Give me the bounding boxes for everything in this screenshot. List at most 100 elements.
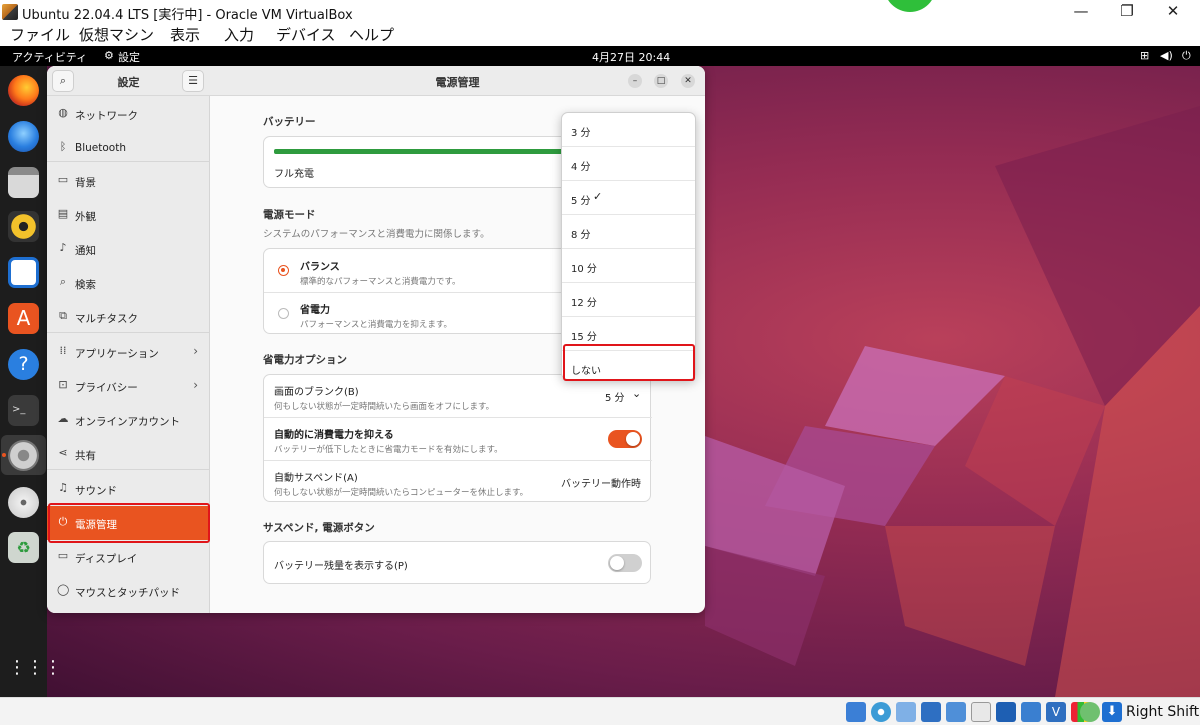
sidebar-item-bluetooth[interactable]: ᛒ Bluetooth: [47, 131, 210, 165]
dropdown-option-8min[interactable]: 8 分: [562, 215, 695, 249]
sidebar-item-label: マウスとタッチパッド: [75, 587, 180, 599]
chevron-down-icon: ⌄: [632, 387, 642, 400]
auto-power-saver-row[interactable]: 自動的に消費電力を抑える バッテリーが低下したときに省電力モードを有効にします。: [264, 418, 652, 460]
auto-suspend-value[interactable]: バッテリー動作時: [561, 475, 641, 490]
menu-icon[interactable]: ☰: [182, 70, 204, 92]
settings-sidebar: ⌕ 設定 ☰ ◍ ネットワーク ᛒ Bluetooth ▭ 背景 ▤ 外観 ♪ …: [47, 66, 210, 613]
display-icon: ▭: [57, 549, 69, 562]
sidebar-item-network[interactable]: ◍ ネットワーク: [47, 97, 210, 131]
video-capture-icon[interactable]: [1021, 702, 1041, 722]
dropdown-option-12min[interactable]: 12 分: [562, 283, 695, 317]
row-desc: バッテリーが低下したときに省電力モードを有効にします。: [274, 445, 503, 455]
dropdown-option-5min[interactable]: 5 分 ✓: [562, 181, 695, 215]
restore-button[interactable]: ❐: [1104, 0, 1150, 24]
blank-screen-row[interactable]: 画面のブランク(B) 何もしない状態が一定時間続いたら画面をオフにします。 5 …: [264, 375, 652, 417]
maximize-icon[interactable]: □: [654, 74, 668, 88]
host-title-bar: Ubuntu 22.04.4 LTS [実行中] - Oracle VM Vir…: [0, 0, 1200, 24]
vt-x-icon[interactable]: V: [1046, 702, 1066, 722]
keyboard-capture-icon[interactable]: ⬇: [1102, 702, 1122, 722]
audio-icon[interactable]: [896, 702, 916, 722]
settings-icon[interactable]: [8, 440, 39, 471]
display-icon[interactable]: [996, 702, 1016, 722]
blank-screen-value[interactable]: 5 分: [605, 389, 625, 404]
minimize-button[interactable]: —: [1058, 0, 1104, 24]
sidebar-item-label: ディスプレイ: [75, 553, 138, 565]
dropdown-option-4min[interactable]: 4 分: [562, 147, 695, 181]
menu-file[interactable]: ファイル: [10, 24, 70, 46]
main-header: 電源管理 – □ ✕: [210, 66, 705, 96]
network-adapter-icon[interactable]: [921, 702, 941, 722]
writer-icon[interactable]: [8, 257, 39, 288]
sidebar-item-online-accounts[interactable]: ☁ オンラインアカウント: [47, 403, 210, 437]
firefox-icon[interactable]: [8, 75, 39, 106]
shared-folder-icon[interactable]: [971, 702, 991, 722]
suspend-card: バッテリー残量を表示する(P): [263, 541, 651, 584]
sidebar-divider: [47, 469, 210, 470]
terminal-icon[interactable]: >_: [8, 395, 39, 426]
blank-screen-dropdown: 3 分 4 分 5 分 ✓ 8 分 10 分 12 分 15 分 しない: [561, 112, 696, 380]
volume-icon[interactable]: ◀): [1160, 49, 1173, 62]
battery-level-fill: [274, 149, 564, 154]
app-menu-label[interactable]: 設定: [118, 49, 140, 65]
host-menu-bar: ファイル 仮想マシン 表示 入力 デバイス ヘルプ: [0, 24, 1200, 46]
menu-input[interactable]: 入力: [224, 24, 254, 46]
sidebar-item-privacy[interactable]: ⊡ プライバシー ›: [47, 369, 210, 403]
trash-icon[interactable]: ♻: [8, 532, 39, 563]
minimize-icon[interactable]: –: [628, 74, 642, 88]
sidebar-item-label: プライバシー: [75, 382, 138, 394]
row-title: 自動的に消費電力を抑える: [274, 430, 394, 441]
sidebar-item-sharing[interactable]: ⋖ 共有: [47, 437, 210, 471]
mouse-integration-icon[interactable]: [1080, 702, 1100, 722]
menu-help[interactable]: ヘルプ: [349, 24, 394, 46]
files-icon[interactable]: [8, 167, 39, 198]
radio-balanced[interactable]: [278, 265, 289, 276]
battery-status: フル充電: [274, 169, 314, 180]
app-center-icon[interactable]: A: [8, 303, 39, 334]
optical-drive-icon[interactable]: [871, 702, 891, 722]
sidebar-item-multitasking[interactable]: ⧉ マルチタスク: [47, 300, 210, 334]
thunderbird-icon[interactable]: [8, 121, 39, 152]
activities-button[interactable]: アクティビティ: [12, 49, 87, 65]
power-mode-title: 電源モード: [263, 209, 316, 221]
auto-power-saver-toggle[interactable]: [608, 430, 642, 448]
globe-icon: ◍: [58, 106, 68, 119]
disc-icon[interactable]: [8, 487, 39, 518]
sidebar-item-search[interactable]: ⌕ 検索: [47, 266, 210, 300]
dropdown-option-10min[interactable]: 10 分: [562, 249, 695, 283]
usb-icon[interactable]: [946, 702, 966, 722]
hard-disk-icon[interactable]: [846, 702, 866, 722]
help-icon[interactable]: ?: [8, 349, 39, 380]
option-title: 省電力: [300, 305, 330, 316]
option-title: バランス: [300, 262, 340, 273]
sidebar-item-display[interactable]: ▭ ディスプレイ: [47, 540, 210, 574]
sidebar-item-appearance[interactable]: ▤ 外観: [47, 198, 210, 232]
rhythmbox-icon[interactable]: [8, 211, 39, 242]
network-icon[interactable]: ⊞: [1140, 49, 1149, 62]
status-indicator-icon: [884, 0, 936, 12]
menu-machine[interactable]: 仮想マシン: [79, 24, 154, 46]
menu-devices[interactable]: デバイス: [276, 24, 336, 46]
clock[interactable]: 4月27日 20:44: [592, 49, 670, 65]
sidebar-item-mouse[interactable]: ◯ マウスとタッチパッド: [47, 574, 210, 608]
chevron-right-icon: ›: [193, 378, 198, 392]
sidebar-item-notifications[interactable]: ♪ 通知: [47, 232, 210, 266]
menu-view[interactable]: 表示: [170, 24, 200, 46]
close-button[interactable]: ✕: [1150, 0, 1196, 24]
option-label: 5 分: [571, 196, 591, 207]
sidebar-item-applications[interactable]: ⁞⁞ アプリケーション ›: [47, 335, 210, 369]
show-battery-toggle[interactable]: [608, 554, 642, 572]
auto-suspend-row[interactable]: 自動サスペンド(A) 何もしない状態が一定時間続いたらコンピューターを休止します…: [264, 461, 652, 503]
sidebar-item-label: アプリケーション: [75, 348, 159, 360]
sidebar-item-background[interactable]: ▭ 背景: [47, 164, 210, 198]
chevron-right-icon: ›: [193, 344, 198, 358]
sidebar-item-sound[interactable]: ♫ サウンド: [47, 472, 210, 506]
vm-display[interactable]: アクティビティ ⚙ 設定 4月27日 20:44 ⊞ ◀) ⏻ A ? >_ ♻…: [0, 46, 1200, 697]
power-icon[interactable]: ⏻: [1182, 49, 1191, 63]
host-status-bar: V ⬇ Right Shift: [0, 697, 1200, 725]
close-icon[interactable]: ✕: [681, 74, 695, 88]
app-grid-icon[interactable]: ⋮⋮⋮: [8, 653, 62, 684]
option-desc: パフォーマンスと消費電力を抑えます。: [300, 320, 452, 330]
radio-power-saver[interactable]: [278, 308, 289, 319]
sidebar-item-label: サウンド: [75, 485, 117, 497]
dropdown-option-3min[interactable]: 3 分: [562, 113, 695, 147]
